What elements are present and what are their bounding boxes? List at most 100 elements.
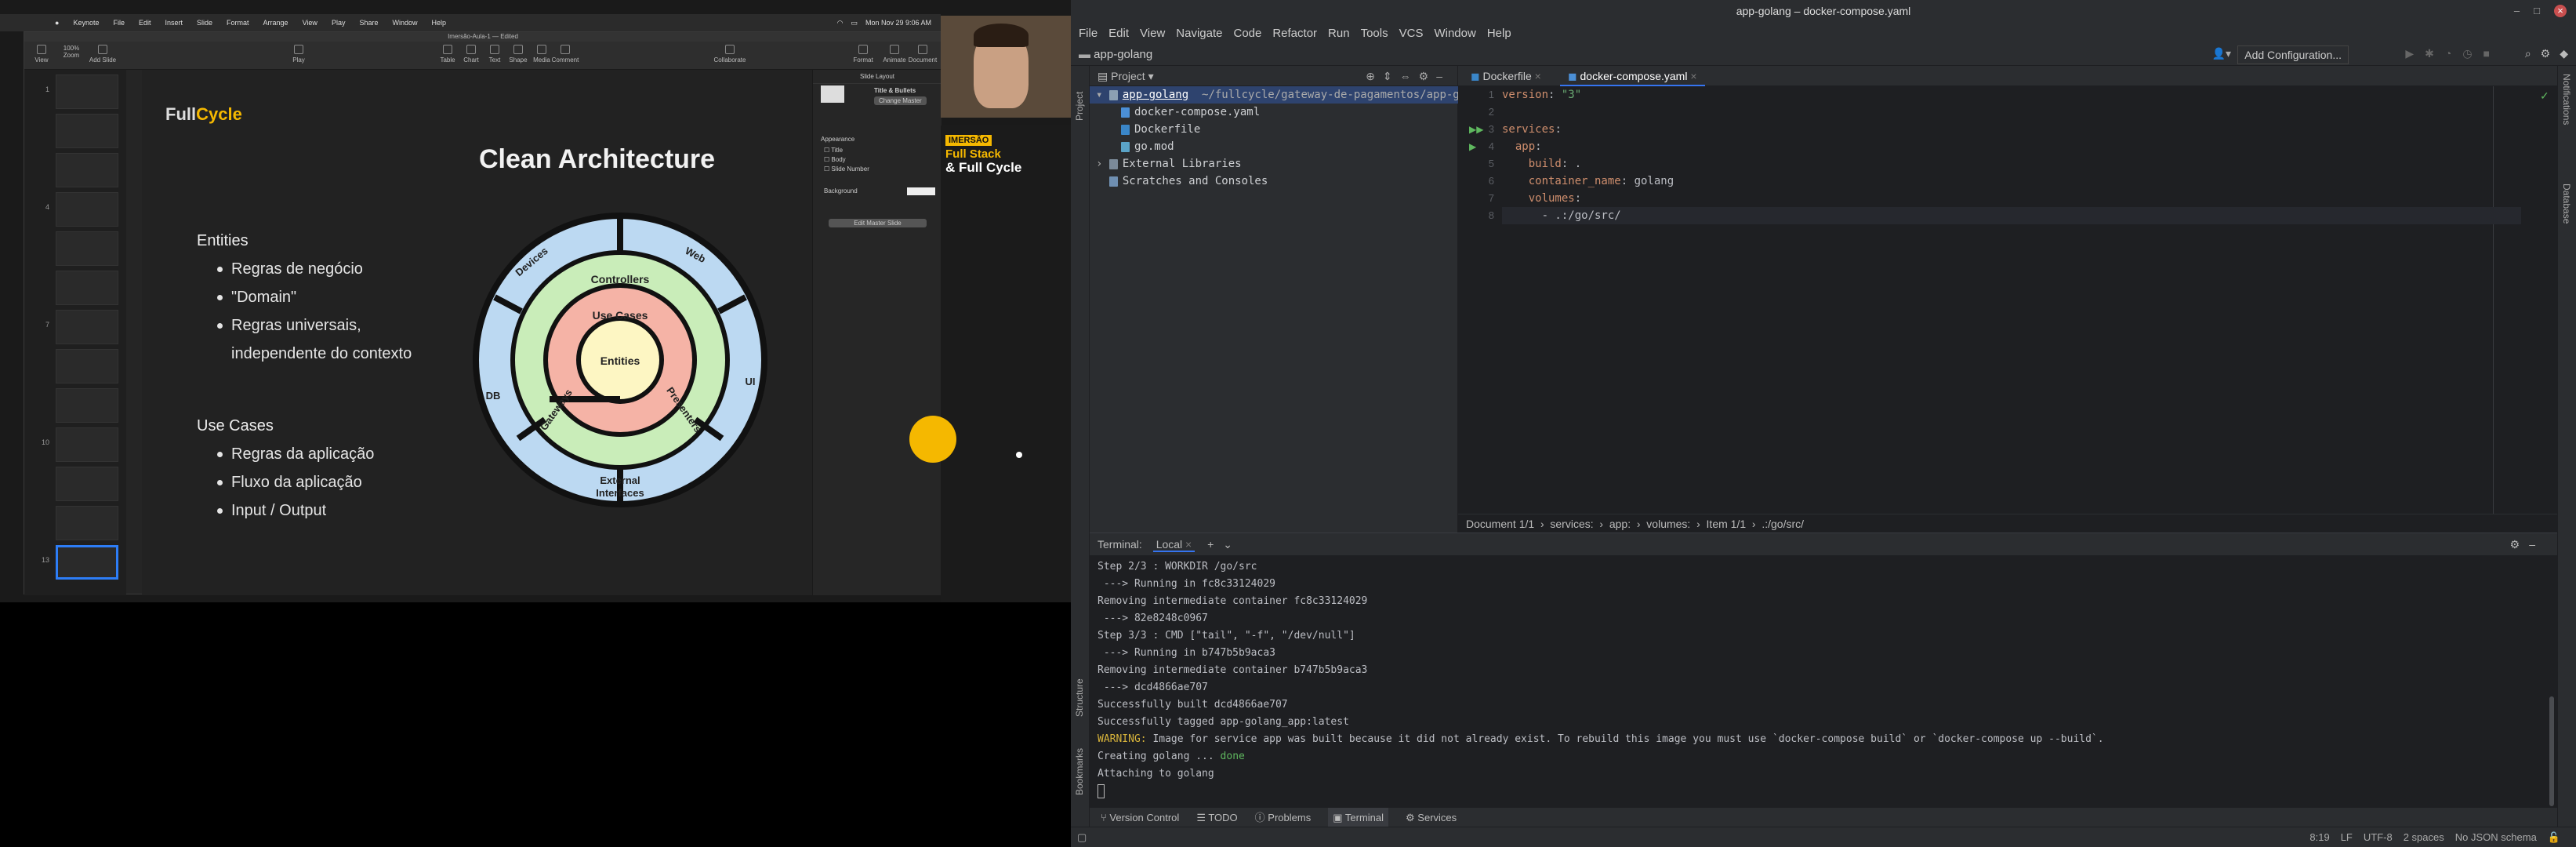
editor-breadcrumb[interactable]: Document 1/1 › services: › app: › volume… bbox=[1458, 514, 2557, 533]
notifications-tool-tab[interactable]: Notifications bbox=[2561, 74, 2572, 125]
code-line[interactable]: version: "3" bbox=[1502, 86, 1581, 104]
menu-help[interactable]: Help bbox=[432, 19, 447, 27]
bookmarks-tool-tab[interactable]: Bookmarks bbox=[1074, 748, 1085, 795]
layout-thumbnail[interactable] bbox=[821, 85, 844, 103]
tree-external-libraries[interactable]: › External Libraries bbox=[1090, 155, 1458, 173]
close-icon[interactable]: × bbox=[2554, 5, 2567, 17]
slide-thumb[interactable] bbox=[56, 114, 118, 148]
code-line[interactable]: volumes: bbox=[1502, 190, 1581, 207]
nav-project[interactable]: app-golang bbox=[1094, 48, 1152, 61]
menu-format[interactable]: Format bbox=[227, 19, 249, 27]
menu-window[interactable]: Window bbox=[1434, 27, 1475, 40]
new-terminal-icon[interactable]: + bbox=[1207, 538, 1214, 551]
menu-refactor[interactable]: Refactor bbox=[1272, 27, 1317, 40]
code-line-current[interactable]: - .:/go/src/ bbox=[1502, 207, 2521, 224]
tab-docker-compose[interactable]: ◼ docker-compose.yaml × bbox=[1560, 66, 1705, 86]
play-button[interactable]: Play bbox=[283, 45, 314, 64]
menu-navigate[interactable]: Navigate bbox=[1176, 27, 1222, 40]
panel-toggle-icon[interactable]: ▢ bbox=[1077, 831, 1087, 843]
run-icon[interactable]: ▶ bbox=[2405, 47, 2414, 60]
chevron-right-icon[interactable]: › bbox=[1096, 158, 1109, 170]
terminal-actions[interactable]: ⚙– bbox=[2510, 533, 2545, 555]
menu-file[interactable]: File bbox=[1079, 27, 1098, 40]
close-tab-icon[interactable]: × bbox=[1690, 70, 1696, 82]
menu-view[interactable]: View bbox=[303, 19, 317, 27]
menu-insert[interactable]: Insert bbox=[165, 19, 183, 27]
line-separator[interactable]: LF bbox=[2341, 827, 2353, 847]
tree-root-app-golang[interactable]: ▾ app-golang ~/fullcycle/gateway-de-paga… bbox=[1090, 86, 1486, 104]
slide-number-checkbox[interactable]: ☐ Slide Number bbox=[824, 165, 869, 173]
slide-thumb[interactable] bbox=[56, 349, 118, 384]
debug-icon[interactable]: ✱ bbox=[2425, 47, 2434, 60]
slide-thumb[interactable] bbox=[56, 75, 118, 109]
close-tab-icon[interactable]: × bbox=[1185, 538, 1192, 551]
project-tool-tab[interactable]: Project bbox=[1074, 92, 1085, 121]
indent-setting[interactable]: 2 spaces bbox=[2404, 827, 2444, 847]
coverage-icon[interactable]: ◔ bbox=[2445, 47, 2451, 60]
collaborate-button[interactable]: Collaborate bbox=[706, 45, 753, 64]
gear-icon[interactable]: ⚙ bbox=[2541, 47, 2551, 60]
menu-keynote[interactable]: Keynote bbox=[73, 19, 99, 27]
run-gutter-icon[interactable]: ▶ bbox=[1469, 141, 1476, 152]
body-checkbox[interactable]: ☐ Body bbox=[824, 156, 846, 163]
menu-edit[interactable]: Edit bbox=[139, 19, 151, 27]
menu-file[interactable]: File bbox=[113, 19, 125, 27]
maximize-icon[interactable]: □ bbox=[2534, 5, 2540, 17]
database-tool-tab[interactable]: Database bbox=[2561, 184, 2572, 224]
view-button[interactable]: View bbox=[26, 45, 57, 64]
menu-help[interactable]: Help bbox=[1487, 27, 1511, 40]
terminal-tab-local[interactable]: Local × bbox=[1152, 538, 1195, 552]
code-line[interactable]: container_name: golang bbox=[1502, 173, 1674, 190]
battery-icon[interactable]: ▭ bbox=[851, 19, 858, 27]
slide-thumb[interactable] bbox=[56, 231, 118, 266]
wifi-icon[interactable]: ◠ bbox=[837, 19, 844, 27]
tree-file-go-mod[interactable]: go.mod bbox=[1090, 138, 1458, 155]
user-icon[interactable]: 👤▾ bbox=[2212, 47, 2231, 60]
search-icon[interactable]: ⌕ bbox=[2525, 47, 2531, 60]
structure-tool-tab[interactable]: Structure bbox=[1074, 678, 1085, 717]
slide-thumb[interactable] bbox=[56, 467, 118, 501]
menu-arrange[interactable]: Arrange bbox=[263, 19, 288, 27]
tree-file-docker-compose[interactable]: docker-compose.yaml bbox=[1090, 104, 1458, 121]
close-tab-icon[interactable]: × bbox=[1535, 70, 1541, 82]
tab-dockerfile[interactable]: ◼ Dockerfile × bbox=[1463, 66, 1549, 86]
background-swatch[interactable] bbox=[907, 187, 935, 195]
menu-play[interactable]: Play bbox=[332, 19, 346, 27]
menu-vcs[interactable]: VCS bbox=[1399, 27, 1424, 40]
animate-button[interactable]: Animate bbox=[879, 45, 910, 64]
version-control-tool[interactable]: ⑂ Version Control bbox=[1101, 808, 1179, 827]
profile-icon[interactable]: ◷ bbox=[2462, 47, 2472, 60]
services-tool[interactable]: ⚙ Services bbox=[1406, 808, 1457, 827]
terminal-tool[interactable]: ▣ Terminal bbox=[1328, 808, 1389, 827]
chevron-down-icon[interactable]: ▾ bbox=[1096, 89, 1109, 101]
slide-canvas[interactable]: FullCycle Clean Architecture Entities Re… bbox=[142, 70, 812, 595]
edit-master-button[interactable]: Edit Master Slide bbox=[829, 219, 927, 227]
jetbrains-icon[interactable]: ◆ bbox=[2560, 47, 2568, 60]
run-gutter-icon[interactable]: ▶▶ bbox=[1469, 124, 1483, 135]
zoom-button[interactable]: 100% Zoom bbox=[56, 45, 87, 59]
tree-file-dockerfile[interactable]: Dockerfile bbox=[1090, 121, 1458, 138]
slide-thumb[interactable] bbox=[56, 388, 118, 423]
menu-code[interactable]: Code bbox=[1233, 27, 1261, 40]
terminal-tool-window[interactable]: Terminal: Local × + ⌄ ⚙– Step 2/3 : WORK… bbox=[1090, 533, 2557, 807]
slide-thumb[interactable] bbox=[56, 506, 118, 540]
document-button[interactable]: Document bbox=[907, 45, 938, 64]
slide-thumb[interactable] bbox=[56, 427, 118, 462]
terminal-cursor[interactable] bbox=[1098, 784, 1105, 798]
menu-tools[interactable]: Tools bbox=[1361, 27, 1388, 40]
slide-thumb[interactable] bbox=[56, 153, 118, 187]
menu-window[interactable]: Window bbox=[392, 19, 417, 27]
todo-tool[interactable]: ☰ TODO bbox=[1196, 808, 1237, 827]
problems-tool[interactable]: ⓘ Problems bbox=[1255, 808, 1312, 827]
menu-view[interactable]: View bbox=[1140, 27, 1165, 40]
stop-icon[interactable]: ■ bbox=[2483, 47, 2490, 60]
mac-clock[interactable]: Mon Nov 29 9:06 AM bbox=[865, 19, 931, 27]
slide-thumb[interactable] bbox=[56, 192, 118, 227]
slide-thumb-selected[interactable] bbox=[56, 545, 118, 580]
change-master-button[interactable]: Change Master bbox=[874, 96, 927, 105]
menu-run[interactable]: Run bbox=[1328, 27, 1350, 40]
editor[interactable]: ◼ Dockerfile × ◼ docker-compose.yaml × 1… bbox=[1458, 66, 2557, 533]
tree-scratches[interactable]: Scratches and Consoles bbox=[1090, 173, 1458, 190]
menu-share[interactable]: Share bbox=[359, 19, 378, 27]
title-checkbox[interactable]: ☐ Title bbox=[824, 147, 843, 154]
